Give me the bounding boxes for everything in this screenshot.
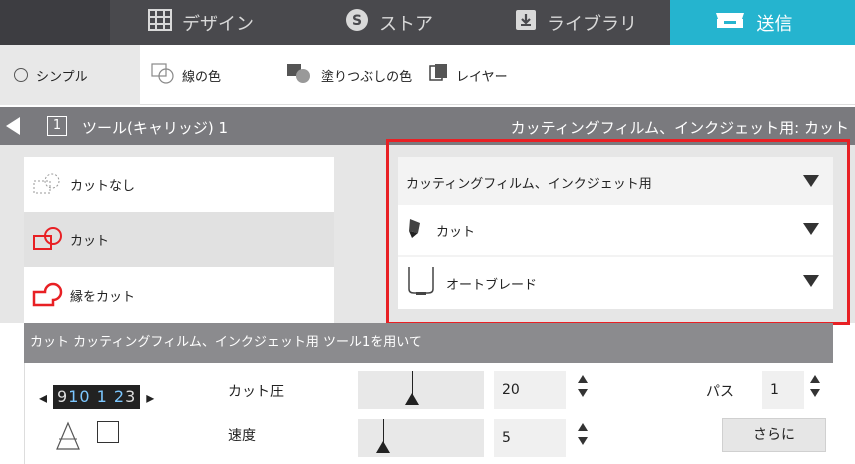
- blade-holder-icon: [406, 217, 426, 243]
- layer-option[interactable]: レイヤー: [428, 61, 508, 89]
- send-machine-icon: [713, 9, 747, 36]
- fill-color-label: 塗りつぶしの色: [321, 69, 413, 85]
- radio-icon: [14, 68, 28, 82]
- more-settings-button[interactable]: さらに: [722, 418, 826, 452]
- depth-right: 3: [125, 387, 137, 406]
- passes-stepper[interactable]: [810, 375, 822, 405]
- layer-label: レイヤー: [456, 69, 508, 85]
- cut-option-none[interactable]: カットなし: [24, 157, 334, 212]
- stepper-down-icon[interactable]: [810, 389, 820, 397]
- tab-send[interactable]: 送信: [670, 0, 855, 45]
- cut-option-cut-label: カット: [70, 234, 110, 249]
- blade-depth-selector[interactable]: ◂ 910 1 23 ▸: [39, 385, 154, 409]
- speed-stepper[interactable]: [578, 423, 590, 453]
- speed-input[interactable]: 5: [494, 419, 566, 457]
- depth-current: 10 1 2: [68, 387, 126, 406]
- simple-mode-label: シンプル: [36, 69, 88, 85]
- simple-mode-option[interactable]: シンプル: [0, 45, 140, 105]
- speed-slider[interactable]: [358, 419, 484, 457]
- stepper-up-icon[interactable]: [810, 375, 820, 383]
- depth-left: 9: [57, 387, 69, 406]
- material-value: カッティングフィルム、インクジェット用: [406, 176, 652, 192]
- stepper-up-icon[interactable]: [578, 423, 588, 431]
- tab-library[interactable]: ライブラリ: [515, 0, 637, 45]
- tab-library-label: ライブラリ: [547, 13, 637, 35]
- tab-design-label: デザイン: [182, 13, 254, 35]
- action-dropdown[interactable]: カット: [398, 205, 833, 255]
- svg-text:S: S: [352, 13, 362, 29]
- left-arrow-icon[interactable]: ◂: [39, 388, 47, 407]
- action-value: カット: [436, 224, 476, 240]
- line-color-label: 線の色: [182, 69, 222, 85]
- blade-value: オートブレード: [446, 277, 538, 293]
- cut-option-edge-label: 縁をカット: [70, 290, 136, 305]
- edge-cut-icon: [32, 282, 66, 310]
- stepper-down-icon[interactable]: [578, 389, 588, 397]
- line-color-icon: [150, 62, 176, 88]
- cut-style-list: カットなし カット 縁をカット: [24, 157, 334, 323]
- tool-number-box: 1: [47, 116, 67, 136]
- speed-label: 速度: [228, 428, 256, 444]
- top-bar-left-area: [0, 0, 110, 45]
- tool-header: 1 ツール(キャリッジ) 1 カッティングフィルム、インクジェット用: カット: [0, 107, 855, 145]
- line-color-option[interactable]: 線の色: [150, 61, 221, 89]
- tab-design[interactable]: デザイン: [148, 0, 254, 45]
- download-box-icon: [515, 9, 537, 36]
- status-bar: カット カッティングフィルム、インクジェット用 ツール1を用いて: [24, 323, 833, 363]
- cut-icon: [32, 226, 66, 254]
- blade-depth-panel: ◂ 910 1 23 ▸: [24, 363, 214, 464]
- dropdown-arrow-icon: [803, 223, 819, 235]
- square-icon: [97, 421, 119, 443]
- material-settings-panel: カッティングフィルム、インクジェット用 カット オートブレード: [398, 157, 833, 309]
- fill-color-icon: [285, 62, 315, 88]
- grid-icon: [148, 9, 172, 36]
- back-arrow-icon[interactable]: [6, 117, 20, 135]
- layer-icon: [428, 62, 450, 88]
- blade-dropdown[interactable]: オートブレード: [398, 257, 833, 309]
- force-label: カット圧: [228, 384, 284, 400]
- no-cut-icon: [32, 171, 66, 199]
- material-dropdown[interactable]: カッティングフィルム、インクジェット用: [398, 157, 833, 207]
- store-s-icon: S: [345, 8, 369, 37]
- tab-store[interactable]: S ストア: [345, 0, 433, 45]
- blade-triangle-icon: [55, 421, 81, 455]
- force-input[interactable]: 20: [494, 371, 566, 409]
- tab-send-label: 送信: [756, 13, 793, 35]
- stepper-down-icon[interactable]: [578, 437, 588, 445]
- material-summary: カッティングフィルム、インクジェット用: カット: [510, 119, 849, 137]
- dropdown-arrow-icon: [803, 175, 819, 187]
- right-arrow-icon[interactable]: ▸: [146, 388, 154, 407]
- speed-slider-knob[interactable]: [376, 441, 390, 453]
- stepper-up-icon[interactable]: [578, 375, 588, 383]
- tool-settings-area: カットなし カット 縁をカット カッティングフィルム、インクジェット用 カット: [0, 145, 855, 323]
- force-slider-knob[interactable]: [405, 393, 419, 405]
- fill-color-option[interactable]: 塗りつぶしの色: [285, 61, 412, 89]
- cut-option-none-label: カットなし: [70, 179, 136, 194]
- cut-option-cut[interactable]: カット: [24, 212, 334, 267]
- cut-option-edge[interactable]: 縁をカット: [24, 268, 334, 323]
- dropdown-arrow-icon: [803, 275, 819, 287]
- top-tab-bar: デザイン S ストア ライブラリ 送信: [0, 0, 855, 45]
- force-stepper[interactable]: [578, 375, 590, 405]
- passes-input[interactable]: 1: [762, 371, 804, 409]
- force-slider[interactable]: [358, 371, 484, 409]
- send-toolbar: シンプル 線の色 塗りつぶしの色 レイヤー: [0, 45, 855, 105]
- depth-values: 910 1 23: [53, 385, 141, 409]
- autoblade-icon: [406, 265, 436, 301]
- tab-store-label: ストア: [379, 13, 433, 35]
- tool-carriage-label: ツール(キャリッジ) 1: [82, 119, 229, 137]
- cut-controls: ◂ 910 1 23 ▸ カット圧 20 パス 1 速度 5 さらに: [0, 363, 855, 464]
- passes-label: パス: [706, 384, 734, 400]
